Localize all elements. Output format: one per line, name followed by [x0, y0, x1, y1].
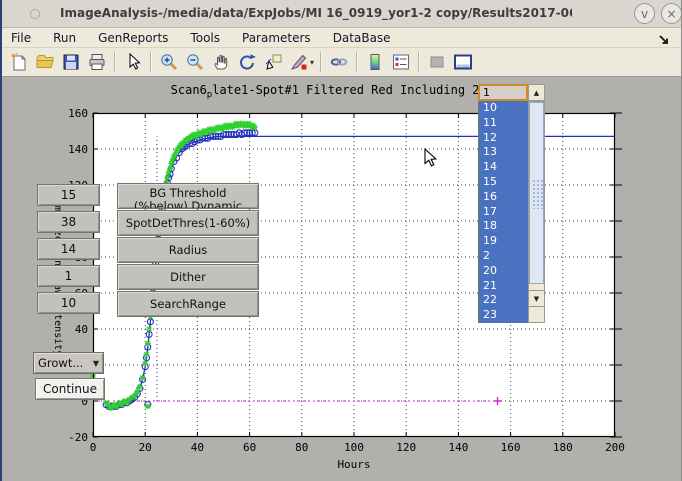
- rotate-3d-icon[interactable]: [235, 50, 259, 74]
- x-tick-label: 160: [491, 441, 531, 454]
- menubar: File Run GenReports Tools Parameters Dat…: [0, 28, 682, 48]
- scrollbar-thumb[interactable]: [529, 102, 544, 284]
- growth-popup-label: Growt...: [38, 356, 83, 370]
- link-plots-icon[interactable]: [327, 50, 351, 74]
- x-tick-label: 100: [334, 441, 374, 454]
- save-icon[interactable]: [59, 50, 83, 74]
- pan-hand-icon[interactable]: [209, 50, 233, 74]
- window-menu-button[interactable]: [30, 9, 40, 19]
- menu-database[interactable]: DataBase: [322, 31, 402, 45]
- shade-button[interactable]: v: [634, 3, 655, 24]
- radius-button[interactable]: Radius: [117, 237, 259, 263]
- dropdown-item[interactable]: 15: [479, 175, 529, 190]
- menu-parameters[interactable]: Parameters: [231, 31, 322, 45]
- close-button[interactable]: ×: [661, 3, 682, 24]
- scroll-down-button[interactable]: ▼: [528, 290, 545, 307]
- brush-dropdown-caret[interactable]: ▾: [310, 58, 314, 67]
- dropdown-item[interactable]: 20: [479, 264, 529, 279]
- y-tick-label: 140: [50, 143, 88, 156]
- dropdown-item[interactable]: 23: [479, 308, 529, 323]
- titlebar[interactable]: ImageAnalysis-/media/data/ExpJobs/MI 16_…: [0, 0, 682, 28]
- dropdown-item[interactable]: 12: [479, 131, 529, 146]
- toolbar-separator: [320, 52, 322, 72]
- x-axis-label: Hours: [93, 458, 615, 471]
- bg-threshold-field[interactable]: 15: [37, 184, 100, 206]
- dropdown-list: 10111213141516171819220212223: [478, 101, 529, 323]
- x-tick-label: 20: [125, 441, 165, 454]
- dither-button[interactable]: Dither: [117, 264, 259, 290]
- x-tick-label: 40: [177, 441, 217, 454]
- dropdown-item[interactable]: 16: [479, 190, 529, 205]
- dropdown-item[interactable]: 19: [479, 234, 529, 249]
- x-tick-label: 140: [438, 441, 478, 454]
- window-border: [0, 0, 2, 481]
- menu-tools[interactable]: Tools: [179, 31, 231, 45]
- toolbar-separator: [114, 52, 116, 72]
- x-tick-label: 80: [282, 441, 322, 454]
- pointer-icon[interactable]: [121, 50, 145, 74]
- dropdown-value-field[interactable]: 1: [478, 84, 528, 101]
- scrollbar-grip: [532, 179, 543, 209]
- dither-field[interactable]: 1: [37, 265, 100, 287]
- menu-file[interactable]: File: [0, 31, 42, 45]
- print-icon[interactable]: [85, 50, 109, 74]
- x-tick-label: 60: [230, 441, 270, 454]
- toolbar-separator: [418, 52, 420, 72]
- dropdown-item[interactable]: 17: [479, 205, 529, 220]
- open-folder-icon[interactable]: [33, 50, 57, 74]
- dropdown-item[interactable]: 10: [479, 101, 529, 116]
- scroll-up-button[interactable]: ▲: [528, 84, 545, 101]
- window-title: ImageAnalysis-/media/data/ExpJobs/MI 16_…: [60, 6, 572, 20]
- y-tick-label: 40: [50, 323, 88, 336]
- menu-run[interactable]: Run: [42, 31, 87, 45]
- searchrange-field[interactable]: 10: [37, 292, 100, 314]
- x-tick-label: 180: [543, 441, 583, 454]
- menu-genreports[interactable]: GenReports: [87, 31, 179, 45]
- spotdetthres-button[interactable]: SpotDetThres(1-60%): [117, 210, 259, 236]
- y-tick-label: 160: [50, 107, 88, 120]
- dropdown-item[interactable]: 2: [479, 249, 529, 264]
- bg-threshold-label2: (%below) Dynamic: [118, 200, 258, 209]
- dropdown-item[interactable]: 11: [479, 116, 529, 131]
- insert-colorbar-icon[interactable]: [363, 50, 387, 74]
- figure-canvas: Scan6plate1-Spot#1 Filtered Red Includin…: [0, 77, 682, 481]
- bg-threshold-button[interactable]: BG Threshold (%below) Dynamic: [117, 183, 259, 209]
- growth-popup-menu[interactable]: Growt... ▼: [33, 352, 104, 374]
- application-window: ImageAnalysis-/media/data/ExpJobs/MI 16_…: [0, 0, 682, 481]
- y-tick-label: -20: [50, 431, 88, 444]
- zoom-out-icon[interactable]: [183, 50, 207, 74]
- toolbar: ▾: [0, 48, 682, 77]
- spotdetthres-field[interactable]: 38: [37, 211, 100, 233]
- dropdown-item[interactable]: 13: [479, 145, 529, 160]
- insert-legend-icon[interactable]: [389, 50, 413, 74]
- dropdown-item[interactable]: 18: [479, 219, 529, 234]
- searchrange-button[interactable]: SearchRange: [117, 291, 259, 317]
- dropdown-item[interactable]: 21: [479, 279, 529, 294]
- continue-button[interactable]: Continue: [35, 378, 105, 400]
- radius-field[interactable]: 14: [37, 238, 100, 260]
- zoom-in-icon[interactable]: [157, 50, 181, 74]
- data-cursor-icon[interactable]: [261, 50, 285, 74]
- toolbar-separator: [150, 52, 152, 72]
- dock-figure-window-icon[interactable]: [451, 50, 475, 74]
- dropdown-item[interactable]: 22: [479, 293, 529, 308]
- x-tick-label: 200: [595, 441, 635, 454]
- popup-arrow-icon: ▼: [93, 359, 99, 368]
- mouse-cursor: [424, 148, 438, 168]
- toolbar-separator: [356, 52, 358, 72]
- brush-icon[interactable]: [287, 50, 311, 74]
- dropdown-item[interactable]: 14: [479, 160, 529, 175]
- disabled-icon: [425, 50, 449, 74]
- x-tick-label: 120: [386, 441, 426, 454]
- new-file-icon[interactable]: [7, 50, 31, 74]
